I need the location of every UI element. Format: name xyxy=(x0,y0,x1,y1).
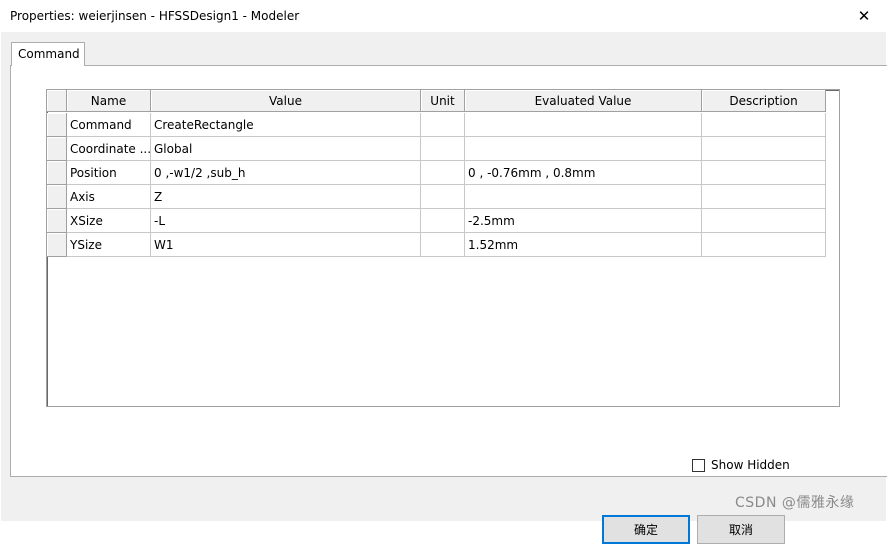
row-header[interactable] xyxy=(47,185,67,209)
cell-name: Command xyxy=(67,113,151,137)
cell-value[interactable]: W1 xyxy=(151,233,421,257)
table-row: Position 0 ,-w1/2 ,sub_h 0 , -0.76mm , 0… xyxy=(47,161,826,185)
cell-value[interactable]: CreateRectangle xyxy=(151,113,421,137)
ok-button-label: 确定 xyxy=(633,523,658,537)
watermark: CSDN @儒雅永缘 xyxy=(735,495,855,511)
cell-unit[interactable] xyxy=(421,233,465,257)
properties-grid: Name Value Unit Evaluated Value Descript… xyxy=(46,89,840,407)
cell-description[interactable] xyxy=(702,209,826,233)
column-header-unit[interactable]: Unit xyxy=(421,90,465,112)
show-hidden-box[interactable] xyxy=(692,458,705,472)
table-row: XSize -L -2.5mm xyxy=(47,209,826,233)
window-title: Properties: weierjinsen - HFSSDesign1 - … xyxy=(10,9,300,23)
cell-evaluated-value xyxy=(465,113,702,137)
show-hidden-checkbox[interactable]: Show Hidden xyxy=(692,458,790,472)
close-button[interactable]: ✕ xyxy=(841,0,887,32)
row-header[interactable] xyxy=(47,161,67,185)
cell-name: XSize xyxy=(67,209,151,233)
cell-description[interactable] xyxy=(702,113,826,137)
cell-evaluated-value: -2.5mm xyxy=(465,209,702,233)
tab-command[interactable]: Command xyxy=(11,42,85,66)
cell-value[interactable]: 0 ,-w1/2 ,sub_h xyxy=(151,161,421,185)
row-header[interactable] xyxy=(47,233,67,257)
table-row: YSize W1 1.52mm xyxy=(47,233,826,257)
cell-name: Axis xyxy=(67,185,151,209)
cell-unit[interactable] xyxy=(421,209,465,233)
tab-command-label: Command xyxy=(18,47,80,61)
cell-description[interactable] xyxy=(702,161,826,185)
show-hidden-label: Show Hidden xyxy=(711,458,790,472)
cell-value[interactable]: Global xyxy=(151,137,421,161)
cell-evaluated-value xyxy=(465,137,702,161)
cell-unit[interactable] xyxy=(421,161,465,185)
row-header[interactable] xyxy=(47,209,67,233)
close-icon: ✕ xyxy=(857,7,871,25)
row-header[interactable] xyxy=(47,137,67,161)
grid-header: Name Value Unit Evaluated Value Descript… xyxy=(47,90,826,113)
cell-name: Coordinate ... xyxy=(67,137,151,161)
cell-unit[interactable] xyxy=(421,113,465,137)
cell-value[interactable]: -L xyxy=(151,209,421,233)
cell-unit[interactable] xyxy=(421,185,465,209)
cell-name: Position xyxy=(67,161,151,185)
header-corner xyxy=(47,90,67,112)
cell-evaluated-value: 1.52mm xyxy=(465,233,702,257)
grid-body: Command CreateRectangle Coordinate ... G… xyxy=(47,113,826,257)
table-row: Coordinate ... Global xyxy=(47,137,826,161)
cell-unit[interactable] xyxy=(421,137,465,161)
column-header-description[interactable]: Description xyxy=(702,90,826,112)
cell-description[interactable] xyxy=(702,137,826,161)
cancel-button[interactable]: 取消 xyxy=(697,515,785,544)
cell-description[interactable] xyxy=(702,185,826,209)
cell-value[interactable]: Z xyxy=(151,185,421,209)
column-header-evaluated-value[interactable]: Evaluated Value xyxy=(465,90,702,112)
cell-name: YSize xyxy=(67,233,151,257)
column-header-name[interactable]: Name xyxy=(67,90,151,112)
cell-evaluated-value xyxy=(465,185,702,209)
cancel-button-label: 取消 xyxy=(728,523,753,537)
cell-evaluated-value: 0 , -0.76mm , 0.8mm xyxy=(465,161,702,185)
ok-button[interactable]: 确定 xyxy=(602,515,690,544)
row-header[interactable] xyxy=(47,113,67,137)
cell-description[interactable] xyxy=(702,233,826,257)
title-bar: Properties: weierjinsen - HFSSDesign1 - … xyxy=(0,0,887,32)
table-row: Command CreateRectangle xyxy=(47,113,826,137)
table-row: Axis Z xyxy=(47,185,826,209)
column-header-value[interactable]: Value xyxy=(151,90,421,112)
